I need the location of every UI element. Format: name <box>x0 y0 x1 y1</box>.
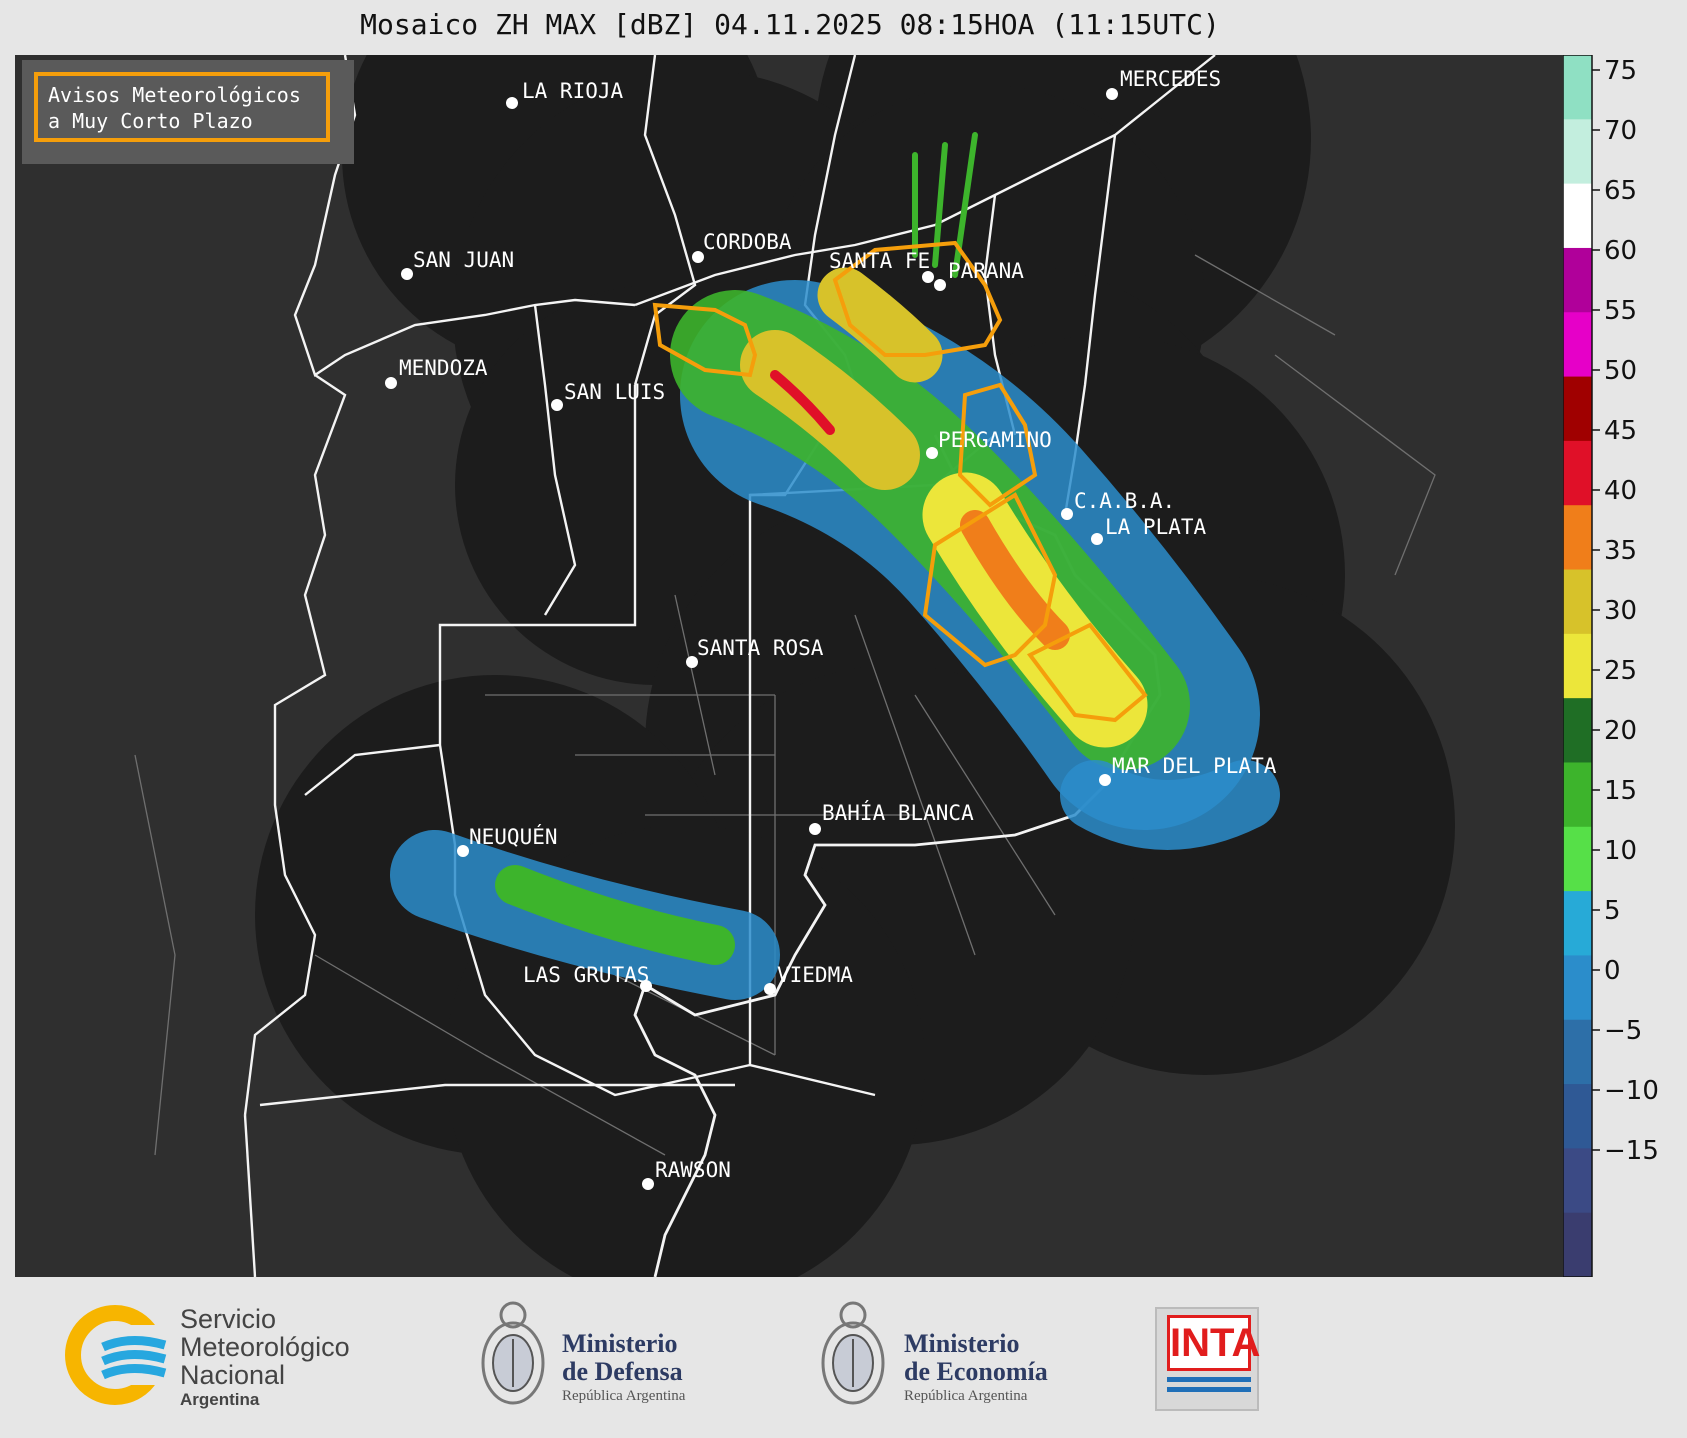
city-label-santafe: SANTA FE <box>829 249 930 273</box>
colorbar-tick-label: 15 <box>1604 776 1637 806</box>
colorbar-tick-label: 40 <box>1604 476 1637 506</box>
colorbar-tick-label: 75 <box>1604 56 1637 86</box>
city-dot-rawson <box>642 1178 654 1190</box>
city-label-neuquen: NEUQUÉN <box>469 824 558 849</box>
city-label-cordoba: CORDOBA <box>703 230 792 254</box>
colorbar-segment <box>1563 569 1592 635</box>
colorbar-segment <box>1563 1019 1592 1085</box>
city-label-mercedes: MERCEDES <box>1120 67 1221 91</box>
colorbar-tick-label: −10 <box>1604 1076 1659 1106</box>
colorbar-segment <box>1563 891 1592 956</box>
inta-logo-bar1 <box>1167 1377 1251 1382</box>
city-dot-larioja <box>506 97 518 109</box>
smn-line1: Servicio <box>180 1304 277 1334</box>
colorbar-segment <box>1563 1084 1592 1149</box>
city-label-viedma: VIEDMA <box>777 963 853 987</box>
city-label-parana: PARANA <box>948 259 1024 283</box>
city-label-sanluis: SAN LUIS <box>564 380 665 404</box>
city-dot-pergamino <box>926 447 938 459</box>
economia-line3: República Argentina <box>904 1388 1028 1404</box>
city-label-caba: C.A.B.A. <box>1074 489 1175 513</box>
city-dot-sanluis <box>551 399 563 411</box>
colorbar-tick-label: 5 <box>1604 896 1621 926</box>
inta-logo: INTA <box>1155 1307 1260 1411</box>
city-label-mendoza: MENDOZA <box>399 356 488 380</box>
colorbar-segment <box>1563 376 1592 442</box>
inta-logo-word: INTA <box>1167 1315 1260 1371</box>
colorbar-segment <box>1563 55 1592 120</box>
smn-line2: Meteorológico <box>180 1332 350 1362</box>
colorbar-segment <box>1563 312 1592 378</box>
city-label-bahiablanca: BAHÍA BLANCA <box>822 800 974 825</box>
colorbar-tick-label: 10 <box>1604 836 1637 866</box>
colorbar: 757065605550454035302520151050−5−10−15 <box>1563 55 1659 1277</box>
radar-map[interactable]: LA RIOJA MERCEDES SAN JUAN CORDOBA SANTA… <box>15 55 1563 1277</box>
warning-legend-line2: a Muy Corto Plazo <box>48 109 253 133</box>
defensa-logo-text: Ministerio de Defensa República Argentin… <box>562 1330 685 1406</box>
smn-logo-icon <box>65 1305 175 1405</box>
economia-line1: Ministerio <box>904 1329 1020 1358</box>
colorbar-tick-label: 35 <box>1604 536 1637 566</box>
colorbar-segment <box>1563 119 1592 185</box>
colorbar-ticks: 757065605550454035302520151050−5−10−15 <box>1592 56 1659 1166</box>
city-dot-sanjuan <box>401 268 413 280</box>
warning-legend-frame: Avisos Meteorológicos a Muy Corto Plazo <box>34 72 330 142</box>
colorbar-segment <box>1563 826 1592 892</box>
city-label-laplata: LA PLATA <box>1105 515 1207 539</box>
colorbar-tick-label: 55 <box>1604 296 1637 326</box>
defensa-seal-icon <box>481 1301 545 1405</box>
smn-line4: Argentina <box>180 1390 260 1409</box>
smn-line3: Nacional <box>180 1360 286 1390</box>
colorbar-segments <box>1563 55 1592 1277</box>
defensa-line2: de Defensa <box>562 1357 683 1386</box>
colorbar-tick-label: 70 <box>1604 116 1637 146</box>
colorbar-tick-label: 25 <box>1604 656 1637 686</box>
colorbar-segment <box>1563 955 1592 1021</box>
smn-logo-text: Servicio Meteorológico Nacional Argentin… <box>180 1305 350 1411</box>
warning-legend-line1: Avisos Meteorológicos <box>48 83 301 107</box>
city-label-sanjuan: SAN JUAN <box>413 248 514 272</box>
city-dot-viedma <box>764 983 776 995</box>
colorbar-tick-label: 50 <box>1604 356 1637 386</box>
inta-logo-bar2 <box>1167 1387 1251 1392</box>
economia-seal-icon <box>821 1301 885 1405</box>
city-dot-laplata <box>1091 533 1103 545</box>
colorbar-segment <box>1563 633 1592 699</box>
warning-legend: Avisos Meteorológicos a Muy Corto Plazo <box>22 60 354 164</box>
colorbar-tick-label: 0 <box>1604 956 1621 986</box>
colorbar-tick-label: −5 <box>1604 1016 1642 1046</box>
colorbar-segment <box>1563 698 1592 763</box>
colorbar-segment <box>1563 1148 1592 1214</box>
city-label-rawson: RAWSON <box>655 1158 731 1182</box>
city-dot-mardelplata <box>1099 774 1111 786</box>
city-label-larioja: LA RIOJA <box>522 79 624 103</box>
colorbar-tick-label: 30 <box>1604 596 1637 626</box>
economia-logo-text: Ministerio de Economía República Argenti… <box>904 1330 1048 1406</box>
city-dot-caba <box>1061 508 1073 520</box>
city-dot-bahiablanca <box>809 823 821 835</box>
city-dot-mendoza <box>385 377 397 389</box>
defensa-line1: Ministerio <box>562 1329 678 1358</box>
colorbar-segment <box>1563 762 1592 828</box>
colorbar-segment <box>1563 1212 1592 1277</box>
city-dot-neuquen <box>457 845 469 857</box>
map-title: Mosaico ZH MAX [dBZ] 04.11.2025 08:15HOA… <box>360 8 1220 41</box>
city-label-mardelplata: MAR DEL PLATA <box>1112 754 1277 778</box>
city-label-pergamino: PERGAMINO <box>938 428 1052 452</box>
city-label-santarosa: SANTA ROSA <box>697 636 824 660</box>
colorbar-tick-label: 20 <box>1604 716 1637 746</box>
city-dot-parana <box>934 279 946 291</box>
colorbar-tick-label: 60 <box>1604 236 1637 266</box>
colorbar-tick-label: −15 <box>1604 1136 1659 1166</box>
colorbar-tick-label: 65 <box>1604 176 1637 206</box>
colorbar-segment <box>1563 505 1592 571</box>
economia-line2: de Economía <box>904 1357 1048 1386</box>
defensa-line3: República Argentina <box>562 1388 686 1404</box>
city-dot-mercedes <box>1106 88 1118 100</box>
colorbar-segment <box>1563 183 1592 249</box>
colorbar-segment <box>1563 440 1592 506</box>
city-label-lasgrutas: LAS GRUTAS <box>523 963 649 987</box>
colorbar-segment <box>1563 247 1592 313</box>
colorbar-tick-label: 45 <box>1604 416 1637 446</box>
